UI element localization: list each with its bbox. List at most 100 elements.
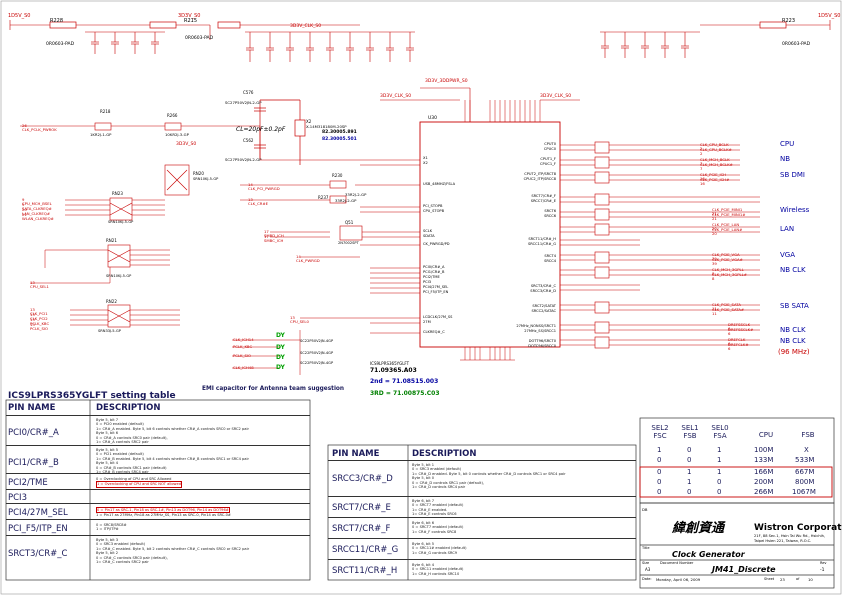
setting2-pin-name: SRCT7/CR#_E xyxy=(332,503,391,513)
left-nets-wires xyxy=(20,125,370,375)
rn-rn22: RN22 xyxy=(106,299,117,304)
date-value: Monday, April 06, 2009 xyxy=(656,577,701,582)
cap-c576: C576 xyxy=(243,90,254,95)
document-number: JM41_Discrete xyxy=(712,565,776,574)
setting2-header-desc: DESCRIPTION xyxy=(412,449,477,459)
net-cpu-bclk-n: CLK_CPU_BCLK# 2 xyxy=(700,147,732,156)
power-rails xyxy=(9,20,831,122)
setting2-row: SRCT7/CR#_E Byte 6, bit 70 = SRCT7 enabl… xyxy=(328,496,636,518)
dy-label-2: DY xyxy=(276,344,285,351)
pin-srcc3: SRCC3/CR#_D xyxy=(530,289,556,293)
ic-third-source: 3RD = 71.00875.C03 xyxy=(370,390,440,397)
res-r218-value: 1KR2J-1-GP xyxy=(90,132,112,137)
emi-net-2: PCLK_KBC xyxy=(233,344,253,349)
group-sb-dmi: SB DMI xyxy=(780,171,805,179)
setting2-pin-name: SRCT11/CR#_H xyxy=(332,566,398,576)
net-pcie-vga-n: CLK_PCIE_VGA# 39 xyxy=(712,257,743,266)
ic-second-source: 2nd = 71.08515.003 xyxy=(370,378,439,385)
setting-table: PIN NAME DESCRIPTION PCI0/CR#_A Byte 5, … xyxy=(6,400,310,580)
pin-srcc6: SRCC6 xyxy=(544,214,556,218)
setting-pin-name: PCI3 xyxy=(8,493,27,503)
power-label-clk-b: 3D3V_CLK_S0 xyxy=(540,94,572,99)
group-vga: VGA xyxy=(780,251,796,259)
pin-usb48: USB_48MHZ/FSLA xyxy=(423,182,456,186)
rn-rn20: RN20 xyxy=(193,171,204,176)
emi-net-3: PCLK_SIO xyxy=(233,353,251,358)
net-smbc-ich: 17 SMBC_ICH xyxy=(264,234,284,243)
net-pcie-lan-n: CLK_PCIE_LAN# 20 xyxy=(712,227,743,236)
setting2-row: SRCT11/CR#_H Byte 6, bit 40 = SRC11 enab… xyxy=(328,559,636,581)
company-name: Wistron Corporation xyxy=(754,523,842,533)
freq-header-sel2: SEL2 FSC xyxy=(651,424,669,441)
group-nb-clk: NB CLK xyxy=(780,266,806,274)
setting-desc: 0 = SRC8/SRC8# 1 = ITP/ITP# xyxy=(96,523,127,532)
setting-row: PCI2/TME 0 = Overclocking of CPU and SRC… xyxy=(6,473,310,490)
crystal-part-no2: 82.30005.501 xyxy=(322,137,357,142)
title-label: Title xyxy=(642,546,650,550)
net-drefclk-n: DREFCLK# 6 xyxy=(728,342,749,351)
ic-part: ICS9LPRS365YGLFT xyxy=(370,361,410,366)
doc-label: Document Number xyxy=(660,561,694,565)
setting-row: PCI_F5/ITP_EN 0 = SRC8/SRC8# 1 = ITP/ITP# xyxy=(6,519,310,536)
rn-rn23-value: SRN10KJ-5-GP xyxy=(108,220,134,224)
rev-value: -1 xyxy=(820,568,825,573)
q51-value: 2N7002SPT xyxy=(338,241,359,245)
freq-row: 0 1 1 166M 667M xyxy=(657,468,815,476)
size-label: Size xyxy=(642,561,650,565)
emi-cap-part-2: SC22P50V2JN-4GP xyxy=(300,351,334,355)
setting-desc: Byte 5, bit 70 = PCI0 enabled (default) 1… xyxy=(96,418,249,445)
setting2-desc: Byte 6, bit 40 = SRC11 enabled (default)… xyxy=(412,563,464,576)
transistor-q51 xyxy=(339,225,363,241)
resistor-r215-value: 0R0603-PAD xyxy=(185,36,214,41)
setting2-desc: Byte 5, bit 10 = SRC3 enabled (default) 1… xyxy=(412,463,566,490)
decoupling-caps xyxy=(85,31,689,62)
setting-header-desc: DESCRIPTION xyxy=(96,403,161,413)
setting2-desc: Byte 6, bit 70 = SRCT7 enabled (default)… xyxy=(412,499,464,517)
size-value: A3 xyxy=(645,567,651,572)
net-drefssclk-n: DREFSSCLK# 6 xyxy=(728,327,754,336)
crystal-load-note: CL=20pF±0.2pF xyxy=(236,126,286,133)
of-label: of xyxy=(796,577,800,581)
emi-cap-part-3: SC22P50V2JN-4GP xyxy=(300,361,334,365)
setting-desc: Byte 5, bit 30 = SRC3 enabled (default) 1… xyxy=(96,538,250,565)
freq-row: 0 1 0 200M 800M xyxy=(657,478,815,486)
ic-part-no: 71.09365.A03 xyxy=(370,367,417,374)
setting-row: PCI3 xyxy=(6,489,310,504)
freq-row: 0 0 1 133M 533M xyxy=(657,456,815,464)
rev-label: Rev xyxy=(820,561,827,565)
power-resistors xyxy=(49,21,787,29)
resistor-networks xyxy=(107,164,190,328)
resistor-r228: R228 xyxy=(50,18,64,24)
net-pclk-pwrok: 26 CLK_PCLK_PWROK xyxy=(22,123,57,132)
setting-pin-name: PCI1/CR#_B xyxy=(8,458,59,468)
group-lan: LAN xyxy=(780,225,795,233)
resistor-r215: R215 xyxy=(184,18,198,24)
dy-label-1: DY xyxy=(276,332,285,339)
setting-header-pin: PIN NAME xyxy=(8,403,56,413)
pin-cpuc2: CPUC2_ITP/SRCC8 xyxy=(523,177,556,181)
pin-srcc11: SRCC11/CR#_G xyxy=(527,242,556,246)
pin-pci-f5: PCI_F5/ITP_EN xyxy=(423,290,449,294)
net-pcie-ich-n: CLK_PCIE_ICH# 16 xyxy=(700,177,730,186)
emi-net-4: CLK_ICH48 xyxy=(233,365,254,370)
pin-cpuc1: CPUC1_F xyxy=(540,162,556,166)
rn-rn23: RN23 xyxy=(112,191,123,196)
dy-label-4: DY xyxy=(276,364,285,371)
sheet-value: 23 xyxy=(780,577,785,582)
res-r266-value: 10KR2J-3-GP xyxy=(165,132,189,137)
setting-row: PCI0/CR#_A Byte 5, bit 70 = PCI0 enabled… xyxy=(6,415,310,446)
crystal-part-no1: 82.30005.891 xyxy=(322,130,357,135)
setting-pin-name: SRCT3/CR#_C xyxy=(8,549,68,559)
pin-pwrgd: CK_PWRGD/PD xyxy=(423,242,450,246)
res-r237-value: 33R2J-2-GP xyxy=(335,198,357,203)
res-r237: R237 xyxy=(318,195,329,200)
pin-srcc7: SRCC7/CR#_E xyxy=(530,199,556,203)
group-96mhz: (96 MHz) xyxy=(778,348,810,356)
net-clk-pwrgd: 14 CLK_PWRGD xyxy=(296,254,320,263)
net-cpu-sel1: 13 CPU_SEL1 xyxy=(30,280,49,289)
setting2-header-pin: PIN NAME xyxy=(332,449,380,459)
of-value: 10 xyxy=(808,577,813,582)
freq-table: SEL2 FSC SEL1 FSB SEL0 FSA CPU FSB 1 0 1 10… xyxy=(640,420,834,502)
setting2-pin-name: SRCC3/CR#_D xyxy=(332,474,393,484)
freq-row: 0 0 0 266M 1067M xyxy=(657,488,816,496)
